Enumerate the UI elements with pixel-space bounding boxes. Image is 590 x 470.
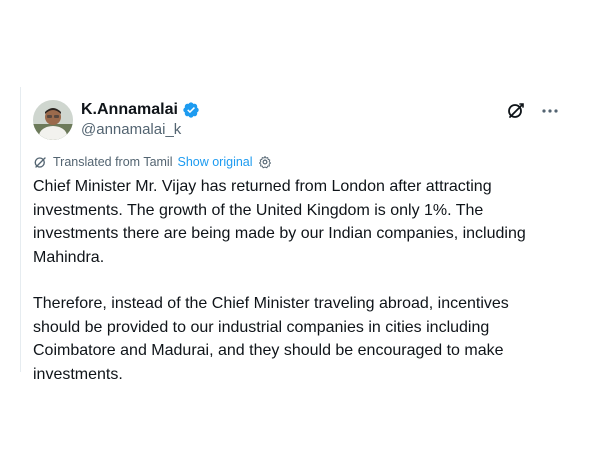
verified-badge-icon	[182, 101, 200, 119]
card-left-border	[20, 87, 21, 372]
author-name-row[interactable]: K.Annamalai	[81, 100, 200, 119]
author-handle[interactable]: @annamalai_k	[81, 120, 181, 139]
more-icon[interactable]	[540, 101, 560, 121]
tweet-text: Chief Minister Mr. Vijay has returned fr…	[33, 175, 553, 386]
grok-icon[interactable]	[506, 101, 526, 121]
tweet-actions-top	[506, 101, 560, 121]
avatar-image	[33, 100, 73, 140]
translated-from-label: Translated from Tamil	[53, 155, 173, 169]
show-original-link[interactable]: Show original	[177, 154, 252, 170]
avatar[interactable]	[33, 100, 73, 140]
author-display-name[interactable]: K.Annamalai	[81, 100, 178, 119]
translation-notice: Translated from Tamil Show original	[33, 154, 272, 170]
translate-icon	[33, 155, 48, 170]
tweet-paragraph: Chief Minister Mr. Vijay has returned fr…	[33, 178, 526, 266]
gear-icon[interactable]	[258, 155, 272, 169]
tweet-paragraph: Therefore, instead of the Chief Minister…	[33, 295, 509, 383]
